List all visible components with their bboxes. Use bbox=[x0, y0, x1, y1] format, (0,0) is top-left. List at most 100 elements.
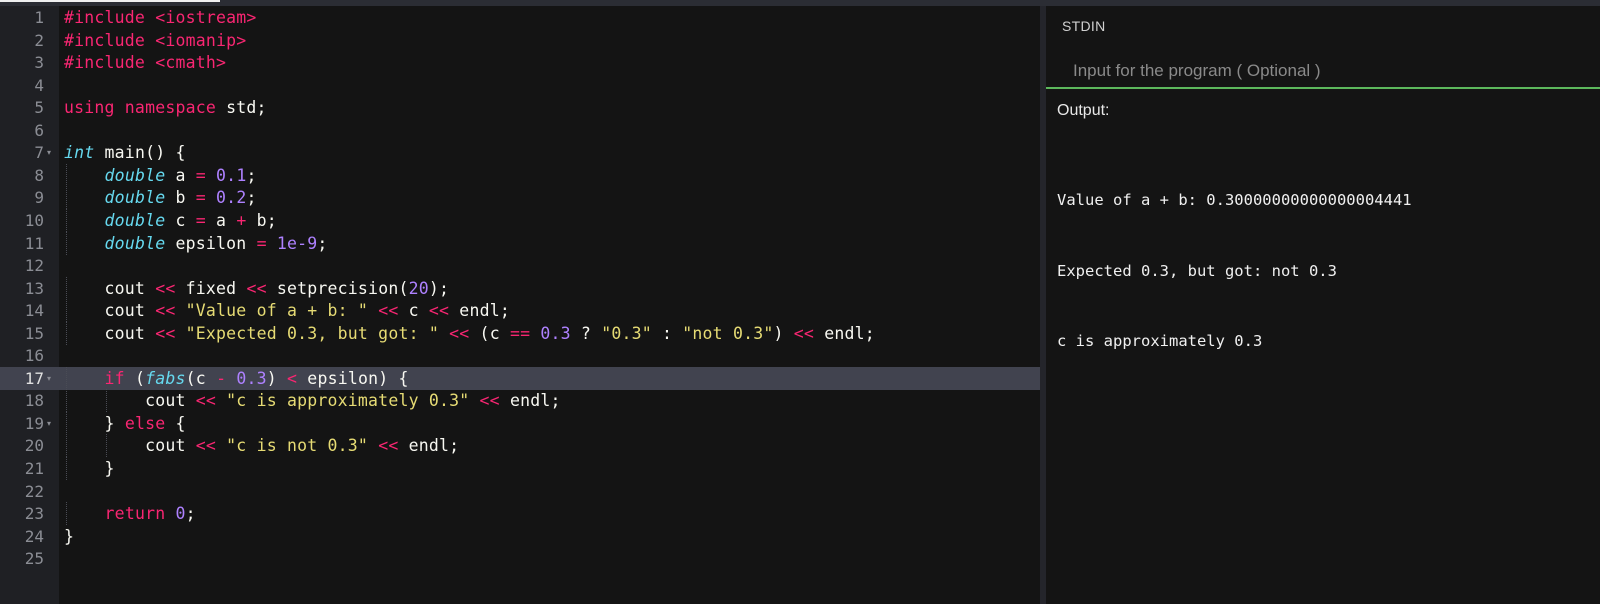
line-number: 25 bbox=[24, 549, 44, 569]
code-token: double bbox=[104, 165, 166, 185]
code-token: ; bbox=[246, 188, 257, 208]
code-token: "c is not 0.3" bbox=[226, 436, 369, 456]
code-token: cout bbox=[64, 391, 196, 411]
code-text: if (fabs(c - 0.3) < epsilon) { bbox=[64, 367, 409, 390]
code-token: c bbox=[398, 301, 429, 321]
stdin-input[interactable] bbox=[1071, 55, 1575, 87]
code-token: "not 0.3" bbox=[682, 323, 774, 343]
line-number: 8 bbox=[34, 165, 44, 185]
code-text: double a = 0.1; bbox=[64, 164, 257, 187]
code-line[interactable]: 18 cout << "c is approximately 0.3" << e… bbox=[0, 389, 1040, 413]
code-line[interactable]: 6 bbox=[0, 119, 1040, 142]
code-token: if bbox=[104, 368, 125, 388]
output-line: c is approximately 0.3 bbox=[1057, 332, 1263, 350]
line-number: 6 bbox=[34, 120, 44, 140]
code-line[interactable]: 25 bbox=[0, 547, 1040, 570]
code-line[interactable]: 17 ▾ if (fabs(c - 0.3) < epsilon) { bbox=[0, 366, 1040, 390]
code-token: == bbox=[509, 323, 531, 343]
code-token: endl; bbox=[398, 436, 460, 456]
code-token: fixed bbox=[175, 278, 247, 298]
code-text: double b = 0.2; bbox=[64, 186, 257, 209]
code-text: double epsilon = 1e-9; bbox=[64, 232, 328, 255]
code-line[interactable]: 12 bbox=[0, 254, 1040, 277]
code-text: } bbox=[64, 457, 115, 480]
line-number: 19 bbox=[24, 413, 44, 433]
code-token: (c bbox=[469, 323, 510, 343]
code-line[interactable]: 9 double b = 0.2; bbox=[0, 186, 1040, 210]
code-token: cout bbox=[64, 323, 156, 343]
code-token: else bbox=[124, 413, 166, 433]
io-panel: STDIN Output: Value of a + b: 0.30000000… bbox=[1046, 6, 1600, 604]
code-token: using namespace bbox=[64, 98, 217, 118]
fold-toggle-icon[interactable]: ▾ bbox=[47, 141, 55, 164]
code-line[interactable]: 13 cout << fixed << setprecision(20); bbox=[0, 276, 1040, 300]
code-line[interactable]: 22 bbox=[0, 480, 1040, 503]
code-token: epsilon bbox=[165, 233, 257, 253]
code-line[interactable]: 14 cout << "Value of a + b: " << c << en… bbox=[0, 299, 1040, 323]
code-line[interactable]: 5 using namespace std; bbox=[0, 96, 1040, 119]
code-token: ; bbox=[246, 165, 257, 185]
line-number: 13 bbox=[24, 278, 44, 298]
line-number: 5 bbox=[34, 98, 44, 118]
code-token: #include <iostream> bbox=[64, 8, 257, 27]
code-token: "Expected 0.3, but got: " bbox=[185, 323, 439, 343]
code-token: endl; bbox=[449, 301, 510, 321]
code-line[interactable]: 7 ▾ int main() { bbox=[0, 141, 1040, 164]
code-token: double bbox=[104, 188, 166, 208]
code-text: int main() { bbox=[64, 141, 186, 164]
code-token: << bbox=[479, 391, 500, 411]
code-line[interactable]: 16 bbox=[0, 344, 1040, 367]
code-token: c bbox=[165, 210, 196, 230]
code-token: << bbox=[155, 301, 176, 321]
fold-toggle-icon[interactable]: ▾ bbox=[47, 367, 55, 390]
code-editor[interactable]: 1 #include <iostream> 2 #include <iomanip> 3… bbox=[0, 6, 1040, 604]
code-line[interactable]: 1 #include <iostream> bbox=[0, 6, 1040, 29]
line-number: 20 bbox=[24, 436, 44, 456]
code-token: #include <iomanip> bbox=[64, 30, 247, 50]
code-line[interactable]: 20 cout << "c is not 0.3" << endl; bbox=[0, 434, 1040, 458]
code-line[interactable]: 21 } bbox=[0, 457, 1040, 480]
code-token: double bbox=[104, 233, 166, 253]
code-token: { bbox=[165, 413, 186, 433]
line-number: 23 bbox=[24, 504, 44, 524]
code-line[interactable]: 15 cout << "Expected 0.3, but got: " << … bbox=[0, 321, 1040, 345]
code-line[interactable]: 19 ▾ } else { bbox=[0, 411, 1040, 435]
code-line[interactable]: 3 #include <cmath> bbox=[0, 51, 1040, 74]
fold-toggle-icon[interactable]: ▾ bbox=[47, 412, 55, 435]
output-line: Expected 0.3, but got: not 0.3 bbox=[1057, 261, 1337, 280]
code-token: << bbox=[378, 436, 399, 456]
code-token: 0.3 bbox=[236, 368, 267, 388]
code-line[interactable]: 23 return 0; bbox=[0, 502, 1040, 526]
code-token: cout bbox=[64, 301, 156, 321]
code-line[interactable]: 4 bbox=[0, 74, 1040, 97]
code-text: } else { bbox=[64, 412, 186, 435]
code-token: = bbox=[195, 188, 206, 208]
code-token: << bbox=[378, 301, 399, 321]
code-token: 1e-9 bbox=[276, 233, 318, 253]
code-text: #include <iomanip> bbox=[64, 29, 246, 52]
code-token: return bbox=[104, 504, 166, 524]
code-token: ) bbox=[773, 323, 794, 343]
code-line[interactable]: 24} bbox=[0, 525, 1040, 548]
code-token: endl; bbox=[814, 323, 875, 343]
code-token: : bbox=[651, 323, 683, 343]
line-number: 18 bbox=[24, 391, 44, 411]
code-line[interactable]: 10 double c = a + b; bbox=[0, 208, 1040, 232]
code-token: "Value of a + b: " bbox=[185, 301, 369, 321]
code-token: cout bbox=[64, 436, 196, 456]
code-line[interactable]: 11 double epsilon = 1e-9; bbox=[0, 231, 1040, 255]
code-token: setprecision( bbox=[266, 278, 409, 298]
code-line[interactable]: 8 double a = 0.1; bbox=[0, 163, 1040, 187]
code-line[interactable]: 2 #include <iomanip> bbox=[0, 29, 1040, 52]
line-number: 3 bbox=[34, 53, 44, 73]
code-token: } bbox=[64, 413, 125, 433]
code-token: 20 bbox=[408, 278, 429, 298]
